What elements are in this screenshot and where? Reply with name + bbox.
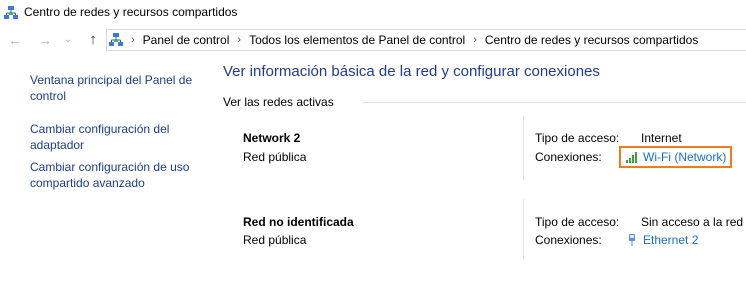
connections-label: Conexiones: [535, 233, 602, 247]
up-arrow-icon[interactable]: ↑ [84, 31, 102, 49]
breadcrumb: › Panel de control › Todos los elementos… [129, 33, 698, 47]
network-center-icon [109, 33, 123, 46]
access-type-value: Internet [641, 131, 682, 145]
address-bar[interactable]: › Panel de control › Todos los elementos… [106, 29, 746, 51]
section-divider [362, 102, 746, 103]
navigation-bar: ← → ⌄ ↑ › Panel de control › Todos los e… [0, 27, 746, 53]
forward-arrow-icon[interactable]: → [36, 31, 54, 49]
network-divider [523, 116, 524, 180]
network-divider [523, 199, 524, 259]
window-title: Centro de redes y recursos compartidos [24, 5, 238, 19]
back-arrow-icon[interactable]: ← [6, 31, 24, 49]
network-type[interactable]: Red pública [243, 233, 306, 247]
breadcrumb-separator-icon[interactable]: › [237, 34, 241, 46]
breadcrumb-item[interactable]: Todos los elementos de Panel de control [249, 33, 465, 47]
ethernet-connection-link[interactable]: Ethernet 2 [625, 233, 698, 247]
connections-label: Conexiones: [535, 150, 602, 164]
access-type-label: Tipo de acceso: [535, 215, 620, 229]
sidebar-link-change-adapter-settings[interactable]: Cambiar configuración del adaptador [30, 121, 200, 153]
network-center-icon [4, 6, 18, 19]
active-networks-heading: Ver las redes activas [223, 95, 334, 109]
title-bar: Centro de redes y recursos compartidos [0, 0, 746, 26]
network-name: Red no identificada [243, 215, 354, 229]
connection-name[interactable]: Wi-Fi (Network) [643, 150, 726, 164]
network-type[interactable]: Red pública [243, 150, 306, 164]
wifi-connection-link[interactable]: Wi-Fi (Network) [619, 146, 733, 168]
network-name: Network 2 [243, 131, 301, 145]
connection-name[interactable]: Ethernet 2 [643, 233, 698, 247]
ethernet-icon [629, 234, 635, 246]
breadcrumb-separator-icon[interactable]: › [473, 34, 477, 46]
sidebar-link-control-panel-home[interactable]: Ventana principal del Panel de control [30, 72, 200, 104]
breadcrumb-item[interactable]: Centro de redes y recursos compartidos [485, 33, 698, 47]
breadcrumb-item[interactable]: Panel de control [143, 33, 230, 47]
breadcrumb-separator-icon[interactable]: › [131, 34, 135, 46]
recent-locations-chevron-icon[interactable]: ⌄ [62, 31, 74, 49]
page-title: Ver información básica de la red y confi… [223, 63, 600, 80]
access-type-label: Tipo de acceso: [535, 131, 620, 145]
wifi-signal-icon [626, 152, 637, 163]
access-type-value: Sin acceso a la red [641, 215, 744, 229]
sidebar-link-advanced-sharing-settings[interactable]: Cambiar configuración de uso compartido … [30, 159, 200, 191]
